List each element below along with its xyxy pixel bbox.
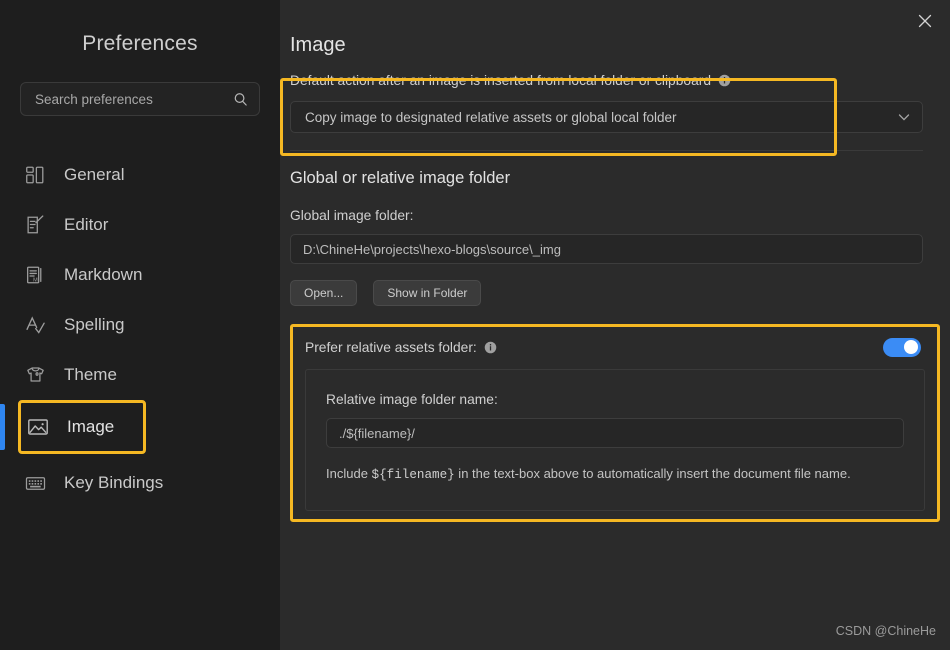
preferences-window: Preferences General — [0, 0, 950, 650]
hint-suffix: in the text-box above to automatically i… — [454, 466, 851, 481]
markdown-doc-icon: M — [22, 262, 48, 288]
folder-buttons: Open... Show in Folder — [290, 280, 934, 306]
sidebar-item-key-bindings[interactable]: Key Bindings — [0, 458, 280, 508]
sidebar: Preferences General — [0, 0, 280, 650]
sidebar-item-label: Editor — [64, 215, 109, 234]
prefer-relative-toggle[interactable] — [883, 337, 921, 357]
prefer-relative-label: Prefer relative assets folder: — [305, 340, 497, 355]
a-check-icon — [22, 312, 48, 338]
relative-folder-hint: Include ${filename} in the text-box abov… — [326, 466, 904, 483]
tshirt-icon — [22, 362, 48, 388]
default-action-select[interactable]: Copy image to designated relative assets… — [290, 101, 923, 133]
prefer-relative-row: Prefer relative assets folder: — [305, 327, 925, 367]
search-input[interactable] — [20, 82, 260, 116]
sidebar-title: Preferences — [82, 32, 198, 55]
section-divider — [290, 150, 923, 151]
default-action-select-row: Copy image to designated relative assets… — [290, 101, 923, 133]
sidebar-nav: General Editor M Markdown Spelling Theme… — [0, 150, 280, 508]
sidebar-item-general[interactable]: General — [0, 150, 280, 200]
show-in-folder-button[interactable]: Show in Folder — [373, 280, 482, 306]
sidebar-item-label: Key Bindings — [64, 473, 164, 492]
default-action-label: Default action after an image is inserte… — [290, 57, 934, 88]
sidebar-item-label: General — [64, 165, 125, 184]
sidebar-item-markdown[interactable]: M Markdown — [0, 250, 280, 300]
watermark: CSDN @ChineHe — [835, 624, 936, 638]
folder-section-title: Global or relative image folder — [290, 169, 511, 187]
global-folder-value: D:\ChineHe\projects\hexo-blogs\source\_i… — [303, 241, 561, 257]
sidebar-item-label: Image — [67, 417, 115, 436]
layout-blocks-icon — [22, 162, 48, 188]
relative-folder-label: Relative image folder name: — [326, 392, 498, 407]
close-icon[interactable] — [910, 6, 940, 36]
page-title: Image — [290, 34, 346, 56]
document-pencil-icon — [22, 212, 48, 238]
sidebar-item-label: Theme — [64, 365, 117, 384]
default-action-label-text: Default action after an image is inserte… — [290, 73, 712, 88]
toggle-knob — [904, 340, 918, 354]
main-panel: Image Default action after an image is i… — [280, 0, 950, 650]
keyboard-icon — [22, 470, 48, 496]
open-button[interactable]: Open... — [290, 280, 358, 306]
sidebar-item-theme[interactable]: Theme — [0, 350, 280, 400]
search-container — [20, 82, 260, 116]
hint-prefix: Include — [326, 466, 372, 481]
settings-content: Default action after an image is inserte… — [280, 57, 940, 522]
global-folder-label: Global image folder: — [290, 208, 414, 223]
picture-icon — [25, 414, 51, 440]
sidebar-item-image[interactable]: Image — [0, 400, 146, 454]
sidebar-item-editor[interactable]: Editor — [0, 200, 280, 250]
info-icon[interactable] — [718, 74, 731, 87]
global-folder-input[interactable]: D:\ChineHe\projects\hexo-blogs\source\_i… — [290, 234, 923, 264]
sidebar-item-spelling[interactable]: Spelling — [0, 300, 280, 350]
relative-folder-value: ./${filename}/ — [339, 425, 415, 441]
default-action-selected-value: Copy image to designated relative assets… — [305, 109, 677, 125]
sidebar-item-label: Spelling — [64, 315, 125, 334]
sidebar-item-label: Markdown — [64, 265, 143, 284]
svg-text:M: M — [33, 277, 38, 283]
hint-code: ${filename} — [371, 468, 455, 482]
active-indicator-bar — [0, 404, 5, 450]
prefer-relative-label-text: Prefer relative assets folder: — [305, 339, 477, 355]
info-icon[interactable] — [484, 341, 497, 354]
relative-folder-card: Relative image folder name: ./${filename… — [305, 369, 925, 511]
annotation-box-relative-assets: Prefer relative assets folder: Relative … — [290, 324, 940, 522]
relative-folder-input[interactable]: ./${filename}/ — [326, 418, 904, 448]
